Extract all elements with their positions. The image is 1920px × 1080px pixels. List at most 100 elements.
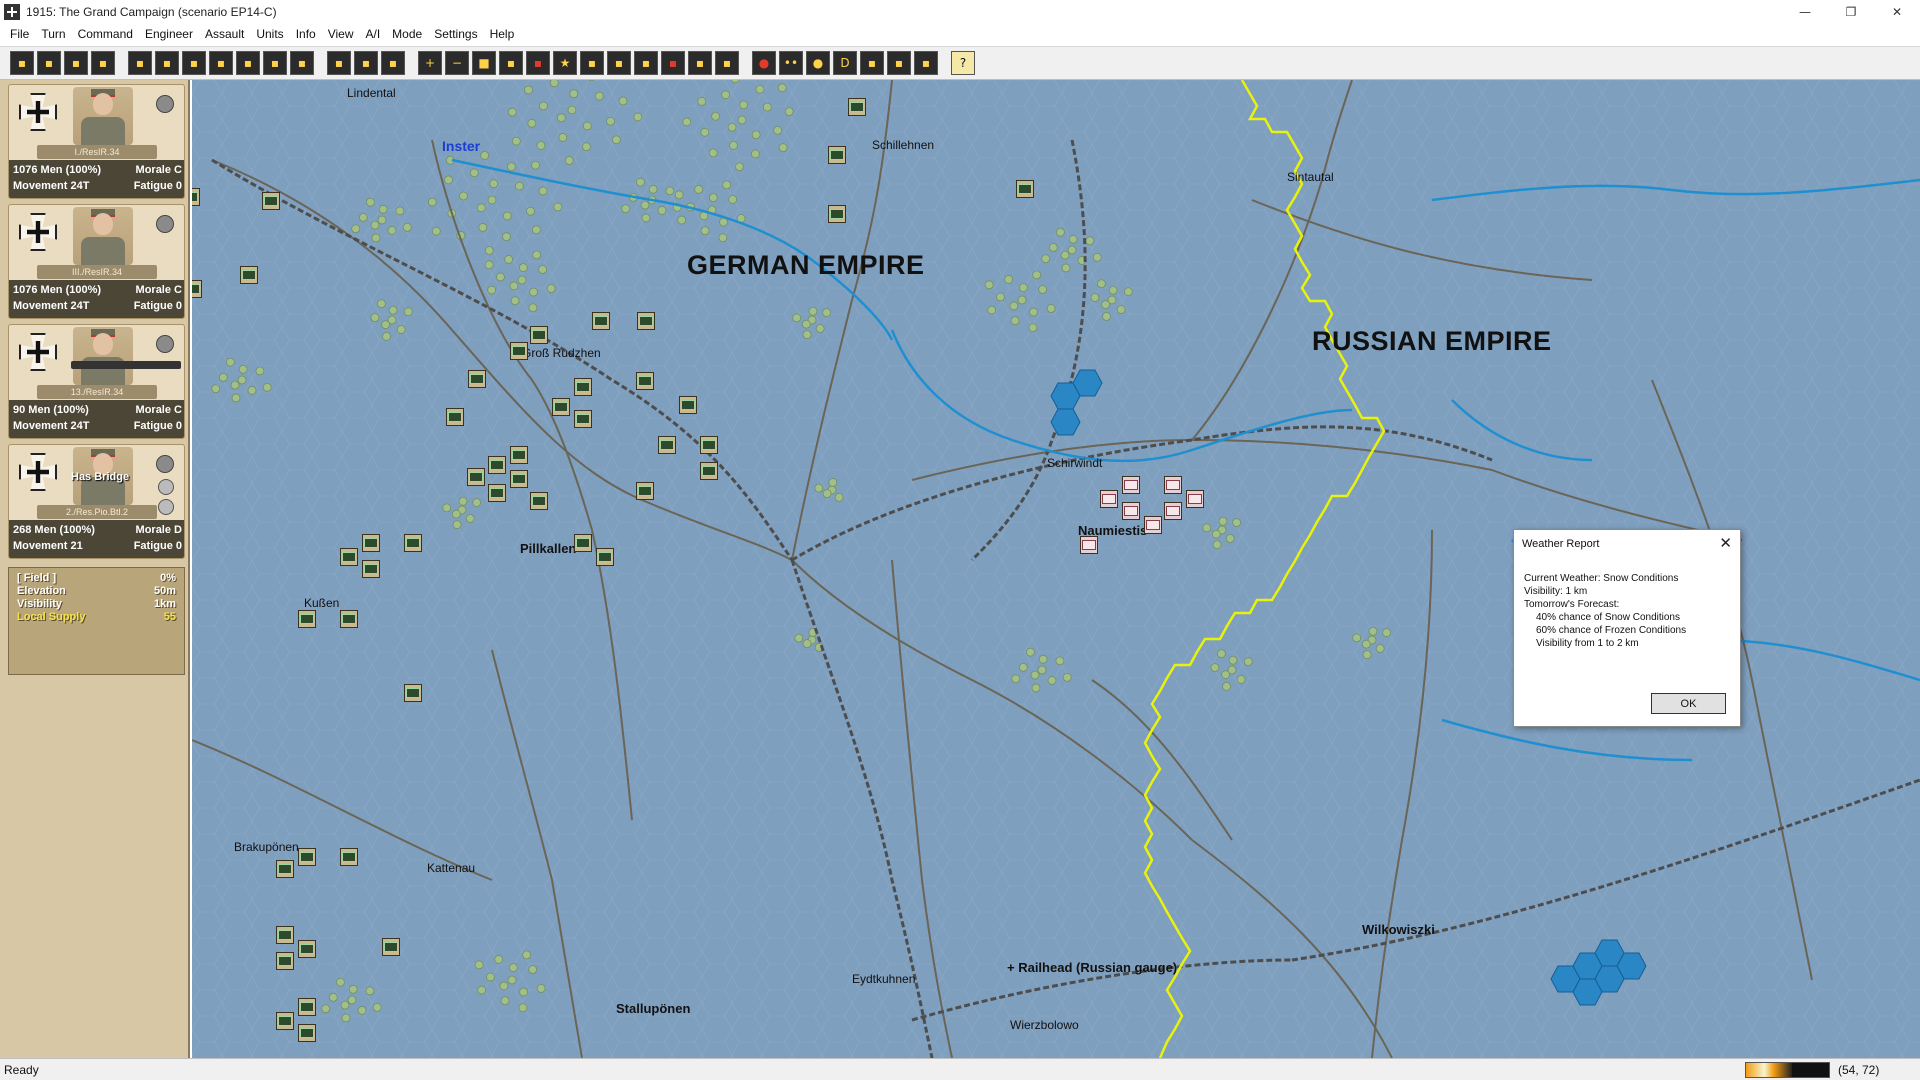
- unit-counter[interactable]: [340, 548, 358, 566]
- ammo-icon[interactable]: ▪: [499, 51, 523, 75]
- engineer-icon[interactable]: [158, 499, 174, 515]
- status-dot-icon[interactable]: [156, 335, 174, 353]
- unit-counter[interactable]: [276, 1012, 294, 1030]
- unit-counter[interactable]: [404, 684, 422, 702]
- menu-command[interactable]: Command: [72, 24, 139, 44]
- unit-counter[interactable]: [262, 192, 280, 210]
- scroll-icon[interactable]: ▪: [64, 51, 88, 75]
- portrait-icon[interactable]: ▪: [381, 51, 405, 75]
- d-icon[interactable]: D: [833, 51, 857, 75]
- plus-cross-icon[interactable]: ▪: [290, 51, 314, 75]
- unit-counter[interactable]: [1100, 490, 1118, 508]
- menu-file[interactable]: File: [4, 24, 35, 44]
- red-icon[interactable]: ▪: [526, 51, 550, 75]
- flag-icon[interactable]: ▪: [128, 51, 152, 75]
- unit-counter[interactable]: [552, 398, 570, 416]
- unit-counter[interactable]: [488, 484, 506, 502]
- unit-counter[interactable]: [574, 534, 592, 552]
- unit-counter[interactable]: [298, 940, 316, 958]
- unit-counter[interactable]: [1080, 536, 1098, 554]
- unit-counter[interactable]: [510, 342, 528, 360]
- unit-counter[interactable]: [240, 266, 258, 284]
- red-dot-icon[interactable]: ●: [752, 51, 776, 75]
- unit-counter[interactable]: [488, 456, 506, 474]
- unit-counter[interactable]: [298, 610, 316, 628]
- unit-counter[interactable]: [636, 482, 654, 500]
- minus-icon[interactable]: −: [445, 51, 469, 75]
- menu-settings[interactable]: Settings: [428, 24, 483, 44]
- unit-card[interactable]: 13./ResIR.34 90 Men (100%) Morale C Movem…: [8, 324, 185, 439]
- cross-icon[interactable]: ▪: [263, 51, 287, 75]
- plus-icon[interactable]: +: [418, 51, 442, 75]
- bars-icon[interactable]: ▪: [860, 51, 884, 75]
- unit-counter[interactable]: [828, 205, 846, 223]
- unit-counter[interactable]: [276, 860, 294, 878]
- unit-card[interactable]: Has Bridge 2./Res.Pio.Btl.2 268 Men (100…: [8, 444, 185, 559]
- unit-counter[interactable]: [298, 1024, 316, 1042]
- unit-counter[interactable]: [679, 396, 697, 414]
- status-dot-icon[interactable]: [156, 215, 174, 233]
- unit-counter[interactable]: [1122, 476, 1140, 494]
- unit-counter[interactable]: [362, 534, 380, 552]
- menu-info[interactable]: Info: [290, 24, 322, 44]
- ok-button[interactable]: OK: [1651, 693, 1726, 714]
- unit-counter[interactable]: [574, 410, 592, 428]
- column-icon[interactable]: ▪: [182, 51, 206, 75]
- menu-ai[interactable]: A/I: [360, 24, 387, 44]
- unit-counter[interactable]: [298, 998, 316, 1016]
- close-button[interactable]: ✕: [1874, 0, 1920, 24]
- explosion-icon[interactable]: ▪: [327, 51, 351, 75]
- unit-counter[interactable]: [828, 146, 846, 164]
- unit-counter[interactable]: [298, 848, 316, 866]
- unit-counter[interactable]: [848, 98, 866, 116]
- bridge-icon[interactable]: ▪: [580, 51, 604, 75]
- unit-counter[interactable]: [700, 462, 718, 480]
- unit-counter[interactable]: [404, 534, 422, 552]
- unit-counter[interactable]: [192, 280, 202, 298]
- fire-icon[interactable]: ▪: [661, 51, 685, 75]
- circle-icon[interactable]: ●: [806, 51, 830, 75]
- unit-counter[interactable]: [446, 408, 464, 426]
- unit-counter[interactable]: [592, 312, 610, 330]
- save-icon[interactable]: ▪: [91, 51, 115, 75]
- unit-counter[interactable]: [700, 436, 718, 454]
- menu-mode[interactable]: Mode: [386, 24, 428, 44]
- unit-counter[interactable]: [340, 848, 358, 866]
- car-icon[interactable]: ▪: [688, 51, 712, 75]
- unit-card[interactable]: III./ResIR.34 1076 Men (100%) Morale C Mo…: [8, 204, 185, 319]
- box-icon[interactable]: ▪: [236, 51, 260, 75]
- status-dot-icon[interactable]: [156, 455, 174, 473]
- unit-card[interactable]: I./ResIR.34 1076 Men (100%) Morale C Move…: [8, 84, 185, 199]
- restore-button[interactable]: ❐: [1828, 0, 1874, 24]
- unit-counter[interactable]: [468, 370, 486, 388]
- unit-counter[interactable]: [510, 470, 528, 488]
- unit-counter[interactable]: [1144, 516, 1162, 534]
- unit-counter[interactable]: [1186, 490, 1204, 508]
- unit-counter[interactable]: [382, 938, 400, 956]
- unit-counter[interactable]: [510, 446, 528, 464]
- officer-icon[interactable]: ▪: [354, 51, 378, 75]
- menu-view[interactable]: View: [322, 24, 360, 44]
- dots-icon[interactable]: ••: [779, 51, 803, 75]
- menu-assault[interactable]: Assault: [199, 24, 250, 44]
- dialog-close-button[interactable]: ✕: [1719, 534, 1732, 552]
- swastika-cross-icon[interactable]: ▪: [10, 51, 34, 75]
- unit-counter[interactable]: [362, 560, 380, 578]
- target-icon[interactable]: ▪: [155, 51, 179, 75]
- status-dot-icon[interactable]: [156, 95, 174, 113]
- unit-counter[interactable]: [1016, 180, 1034, 198]
- menu-engineer[interactable]: Engineer: [139, 24, 199, 44]
- unit-icon[interactable]: ▪: [715, 51, 739, 75]
- oval-icon[interactable]: ▪: [634, 51, 658, 75]
- unit-counter[interactable]: [637, 312, 655, 330]
- unit-counter[interactable]: [1122, 502, 1140, 520]
- menu-turn[interactable]: Turn: [35, 24, 71, 44]
- unit-counter[interactable]: [636, 372, 654, 390]
- star-icon[interactable]: ★: [553, 51, 577, 75]
- unit-counter[interactable]: [467, 468, 485, 486]
- unit-counter[interactable]: [192, 188, 200, 206]
- rail-icon[interactable]: ▪: [607, 51, 631, 75]
- menu-help[interactable]: Help: [484, 24, 521, 44]
- unit-counter[interactable]: [1164, 476, 1182, 494]
- unit-counter[interactable]: [596, 548, 614, 566]
